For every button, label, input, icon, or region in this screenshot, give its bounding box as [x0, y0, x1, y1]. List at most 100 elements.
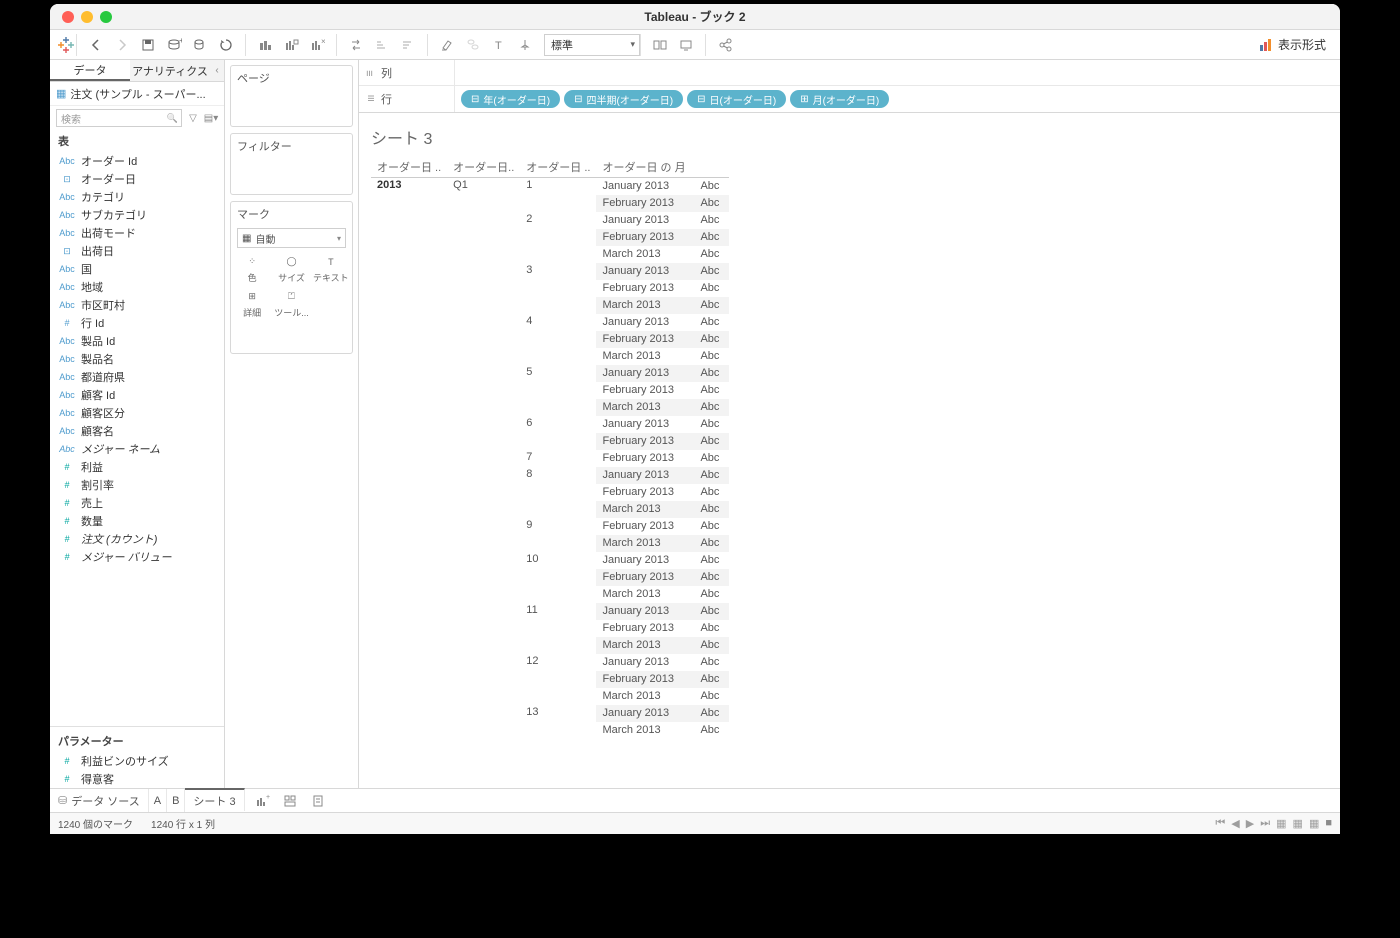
- group-button[interactable]: [462, 34, 484, 56]
- tableau-logo-icon[interactable]: [56, 35, 76, 55]
- pill[interactable]: ⊟年(オーダー日): [461, 90, 560, 108]
- table-row: March 2013Abc: [371, 688, 729, 705]
- marks-detail-button[interactable]: ⊞詳細: [233, 287, 271, 321]
- tab-data[interactable]: データ: [50, 60, 130, 81]
- new-story-button[interactable]: [307, 790, 329, 812]
- new-sheet-tab-button[interactable]: +: [251, 790, 273, 812]
- field[interactable]: ⊡オーダー日: [50, 170, 224, 188]
- text-button[interactable]: T: [488, 34, 510, 56]
- columns-shelf[interactable]: 列: [359, 60, 1340, 86]
- field[interactable]: Abc顧客名: [50, 422, 224, 440]
- cell: Abc: [694, 603, 729, 620]
- column-header[interactable]: オーダー日..: [447, 157, 520, 178]
- field[interactable]: #数量: [50, 512, 224, 530]
- column-header[interactable]: オーダー日 ..: [520, 157, 596, 178]
- tab-analytics[interactable]: アナリティクス: [130, 60, 210, 81]
- field[interactable]: Abc製品名: [50, 350, 224, 368]
- cell: February 2013: [596, 450, 694, 467]
- back-button[interactable]: [85, 34, 107, 56]
- cell: [371, 603, 447, 620]
- collapse-pane-button[interactable]: ‹: [210, 60, 224, 81]
- fit-select[interactable]: 標準: [544, 34, 640, 56]
- search-input[interactable]: 検索: [56, 109, 182, 127]
- marks-text-button[interactable]: Tテキスト: [312, 252, 350, 286]
- rows-shelf[interactable]: 行 ⊟年(オーダー日)⊟四半期(オーダー日)⊟日(オーダー日)⊞月(オーダー日): [359, 86, 1340, 112]
- table-row: February 2013Abc: [371, 280, 729, 297]
- field-type-icon: Abc: [58, 264, 76, 274]
- marks-color-button[interactable]: ⁘色: [233, 252, 271, 286]
- column-header[interactable]: オーダー日 ..: [371, 157, 447, 178]
- marks-tooltip-button[interactable]: ⏍ツール...: [272, 287, 310, 321]
- mark-type-select[interactable]: ▦ 自動: [237, 228, 346, 248]
- field-type-icon: #: [58, 774, 76, 784]
- column-header[interactable]: オーダー日 の 月: [596, 157, 694, 178]
- field[interactable]: Abcオーダー Id: [50, 152, 224, 170]
- field[interactable]: Abc都道府県: [50, 368, 224, 386]
- presentation-button[interactable]: [675, 34, 697, 56]
- forward-button[interactable]: [111, 34, 133, 56]
- sheet-tab[interactable]: B: [167, 789, 185, 812]
- maximize-icon[interactable]: [100, 11, 112, 23]
- cards-button[interactable]: [649, 34, 671, 56]
- field-label: 数量: [81, 513, 103, 529]
- pill-label: 日(オーダー日): [710, 92, 777, 107]
- sheet-tab[interactable]: A: [149, 789, 167, 812]
- new-dashboard-button[interactable]: [279, 790, 301, 812]
- cell: March 2013: [596, 535, 694, 552]
- field[interactable]: #メジャー バリュー: [50, 548, 224, 566]
- field[interactable]: Abc地域: [50, 278, 224, 296]
- view-options-icon[interactable]: ▤▾: [204, 111, 218, 125]
- pin-button[interactable]: [514, 34, 536, 56]
- new-sheet-button[interactable]: [254, 34, 276, 56]
- filter-icon[interactable]: ▽: [186, 111, 200, 125]
- field[interactable]: Abc市区町村: [50, 296, 224, 314]
- field[interactable]: ⊡出荷日: [50, 242, 224, 260]
- field[interactable]: Abc国: [50, 260, 224, 278]
- show-me-button[interactable]: 表示形式: [1258, 36, 1326, 53]
- field[interactable]: #売上: [50, 494, 224, 512]
- field[interactable]: Abcサブカテゴリ: [50, 206, 224, 224]
- table-row: February 2013Abc: [371, 620, 729, 637]
- duplicate-button[interactable]: [280, 34, 302, 56]
- field[interactable]: Abcカテゴリ: [50, 188, 224, 206]
- highlight-button[interactable]: [436, 34, 458, 56]
- field[interactable]: Abc製品 Id: [50, 332, 224, 350]
- cell: [447, 467, 520, 484]
- field-type-icon: Abc: [58, 390, 76, 400]
- pill[interactable]: ⊟日(オーダー日): [687, 90, 786, 108]
- field[interactable]: Abc顧客 Id: [50, 386, 224, 404]
- field[interactable]: #行 Id: [50, 314, 224, 332]
- share-button[interactable]: [714, 34, 736, 56]
- sort-desc-button[interactable]: [397, 34, 419, 56]
- cell: [520, 433, 596, 450]
- swap-button[interactable]: [345, 34, 367, 56]
- cell: 3: [520, 263, 596, 280]
- field[interactable]: #割引率: [50, 476, 224, 494]
- param-field[interactable]: #得意客: [50, 770, 224, 788]
- sheet-tab[interactable]: シート 3: [185, 788, 244, 811]
- cell: 1: [520, 178, 596, 195]
- field[interactable]: #注文 (カウント): [50, 530, 224, 548]
- save-button[interactable]: [137, 34, 159, 56]
- close-icon[interactable]: [62, 11, 74, 23]
- new-datasource-button[interactable]: +: [163, 34, 185, 56]
- pill[interactable]: ⊞月(オーダー日): [790, 90, 889, 108]
- datasource-row[interactable]: ▦ 注文 (サンプル - スーパー...: [50, 82, 224, 106]
- field[interactable]: Abc顧客区分: [50, 404, 224, 422]
- minimize-icon[interactable]: [81, 11, 93, 23]
- tab-datasource[interactable]: ⛁ データ ソース: [50, 789, 149, 812]
- refresh-button[interactable]: [215, 34, 237, 56]
- pill[interactable]: ⊟四半期(オーダー日): [564, 90, 683, 108]
- marks-size-button[interactable]: ◯サイズ: [272, 252, 310, 286]
- sort-asc-button[interactable]: [371, 34, 393, 56]
- field[interactable]: Abc出荷モード: [50, 224, 224, 242]
- cell: January 2013: [596, 416, 694, 433]
- table-row: 7February 2013Abc: [371, 450, 729, 467]
- field[interactable]: Abcメジャー ネーム: [50, 440, 224, 458]
- field[interactable]: #利益: [50, 458, 224, 476]
- param-field[interactable]: #利益ビンのサイズ: [50, 752, 224, 770]
- status-nav-icons[interactable]: ⏮◀▶⏭ ▦▦▦■: [1215, 817, 1332, 830]
- new-worksheet-button[interactable]: [189, 34, 211, 56]
- clear-button[interactable]: ×: [306, 34, 328, 56]
- column-header[interactable]: [694, 157, 729, 178]
